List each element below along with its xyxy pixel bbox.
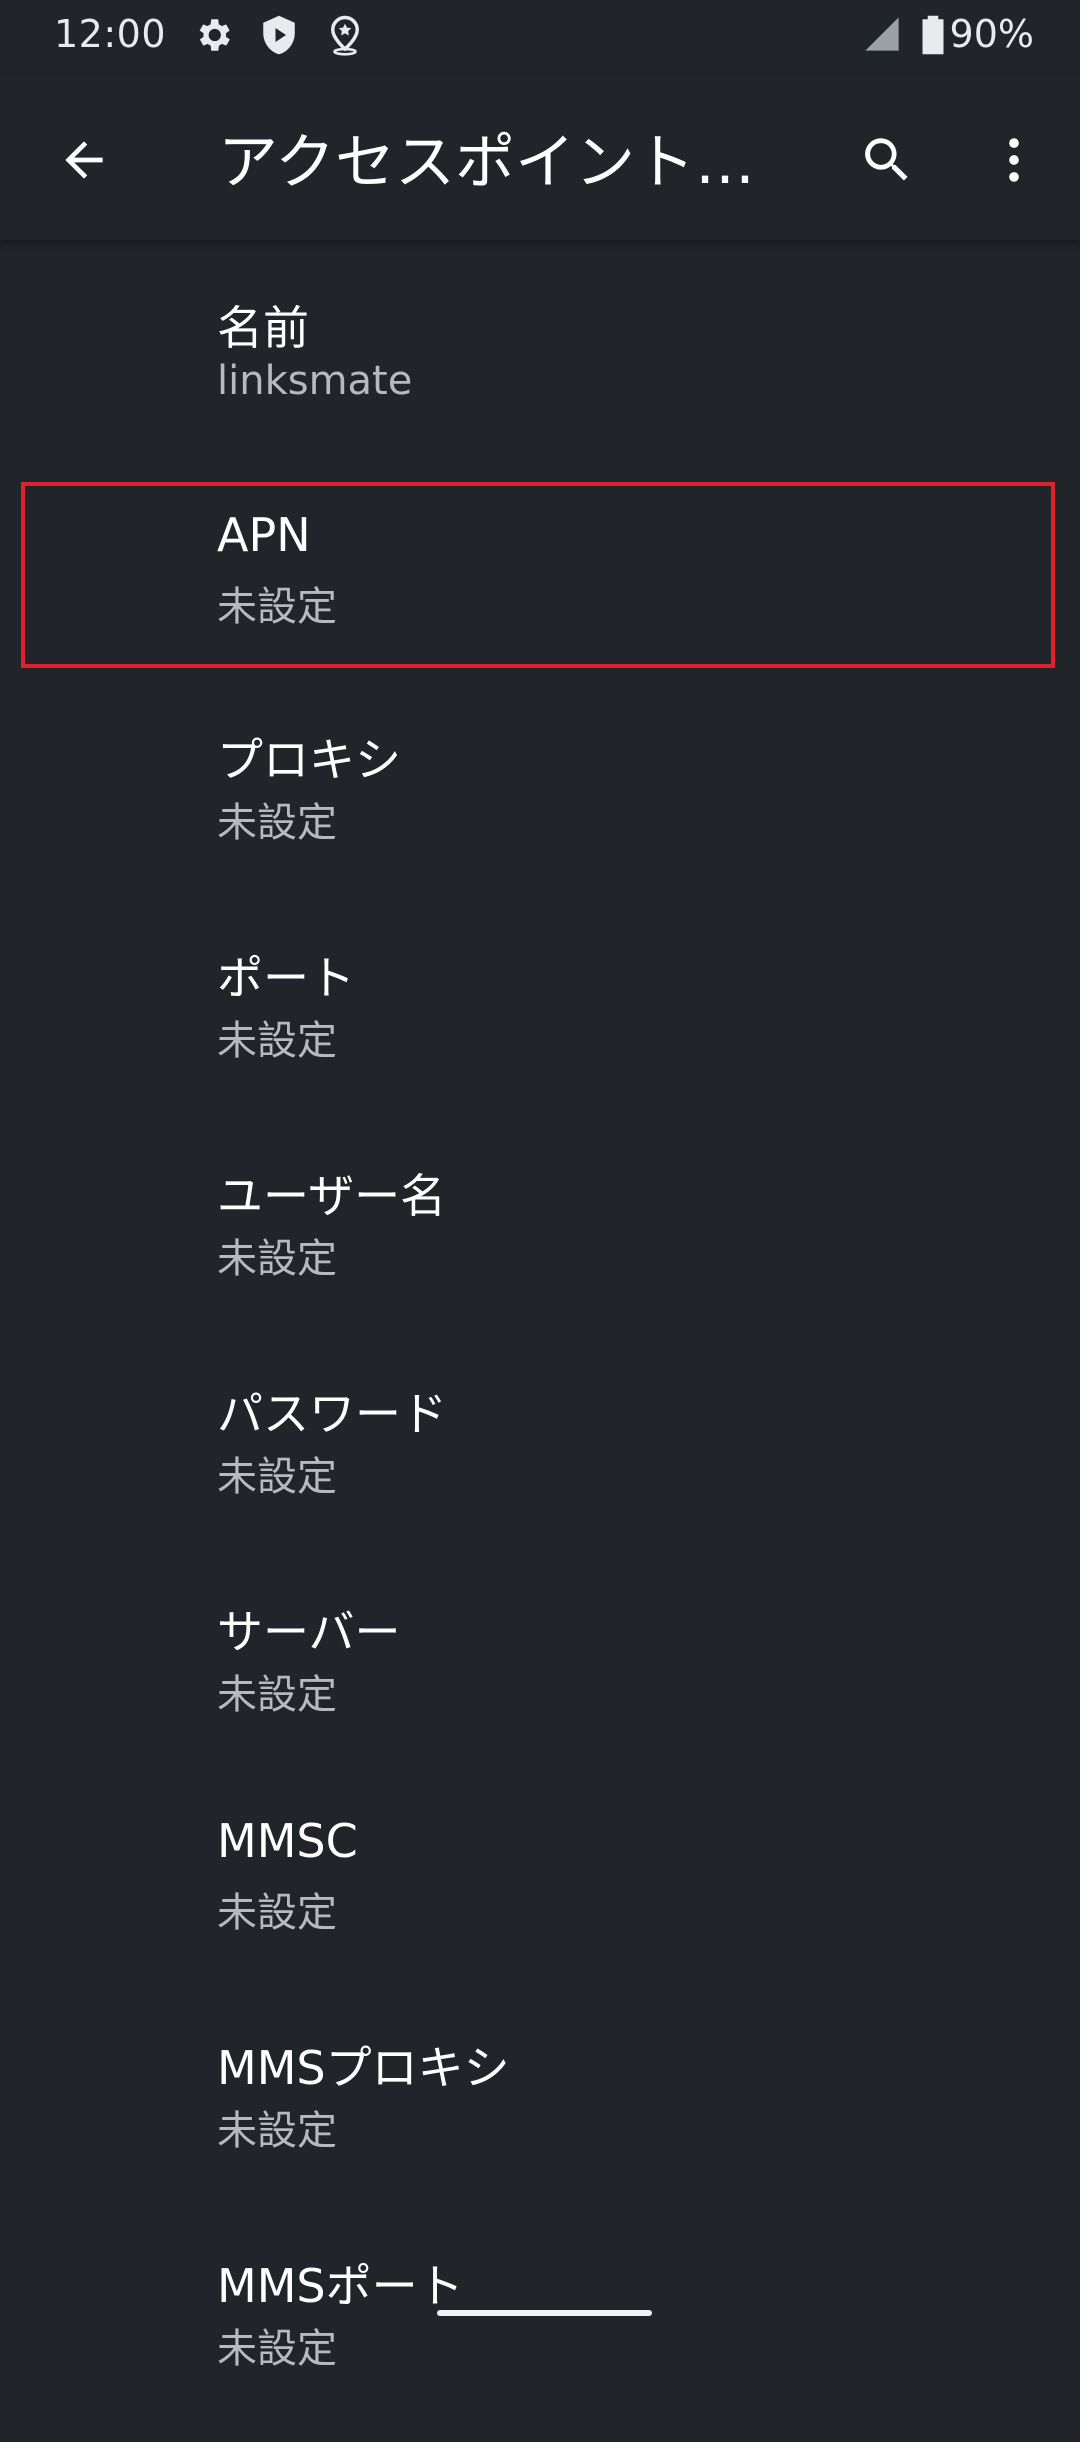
page-title: アクセスポイント… [218,128,755,198]
setting-title: MMSC [217,1814,358,1868]
setting-item-proxy[interactable]: プロキシ 未設定 [0,698,1080,916]
setting-title: MMSポート [217,2259,464,2313]
location-pin-icon [324,14,366,60]
gear-icon [192,14,234,60]
app-bar: アクセスポイント… [0,76,1080,240]
apn-settings-list: 名前 linksmate APN 未設定 プロキシ 未設定 ポート 未設定 ユー… [0,240,1080,2442]
back-button[interactable] [40,116,128,204]
setting-title: ユーザー名 [217,1169,447,1223]
battery-percent: 90% [949,12,1034,56]
setting-summary: 未設定 [217,584,337,630]
status-time: 12:00 [54,12,167,56]
setting-summary: 未設定 [217,800,337,846]
setting-title: MMSプロキシ [217,2041,510,2095]
more-options-button[interactable] [970,116,1058,204]
setting-item-password[interactable]: パスワード 未設定 [0,1352,1080,1570]
setting-title: サーバー [217,1605,401,1659]
setting-summary: 未設定 [217,1890,337,1936]
shield-play-icon [258,14,300,60]
status-bar: 12:00 90% [0,0,1080,76]
setting-summary: 未設定 [217,1672,337,1718]
signal-icon [862,14,902,58]
setting-summary: 未設定 [217,2326,337,2372]
setting-item-mmsc[interactable]: MMSC 未設定 [0,1788,1080,2006]
setting-summary: 未設定 [217,2108,337,2154]
setting-item-name[interactable]: 名前 linksmate [0,240,1080,480]
more-vert-icon [1009,138,1019,182]
search-icon [865,138,908,181]
search-button[interactable] [843,116,931,204]
setting-summary: 未設定 [217,1018,337,1064]
home-indicator[interactable] [437,2310,652,2316]
setting-item-server[interactable]: サーバー 未設定 [0,1570,1080,1788]
setting-title: プロキシ [217,733,401,787]
back-arrow-icon [65,141,103,179]
setting-summary: linksmate [217,358,413,404]
setting-item-mms-proxy[interactable]: MMSプロキシ 未設定 [0,2006,1080,2224]
setting-item-apn[interactable]: APN 未設定 [0,480,1080,698]
battery-icon [918,14,948,60]
setting-summary: 未設定 [217,1236,337,1282]
setting-item-port[interactable]: ポート 未設定 [0,916,1080,1134]
setting-summary: 未設定 [217,1454,337,1500]
setting-item-mms-port[interactable]: MMSポート 未設定 [0,2224,1080,2442]
setting-item-username[interactable]: ユーザー名 未設定 [0,1134,1080,1352]
setting-title: 名前 [217,301,309,355]
setting-title: パスワード [217,1387,447,1441]
setting-title: ポート [217,951,355,1005]
setting-title: APN [217,508,311,562]
